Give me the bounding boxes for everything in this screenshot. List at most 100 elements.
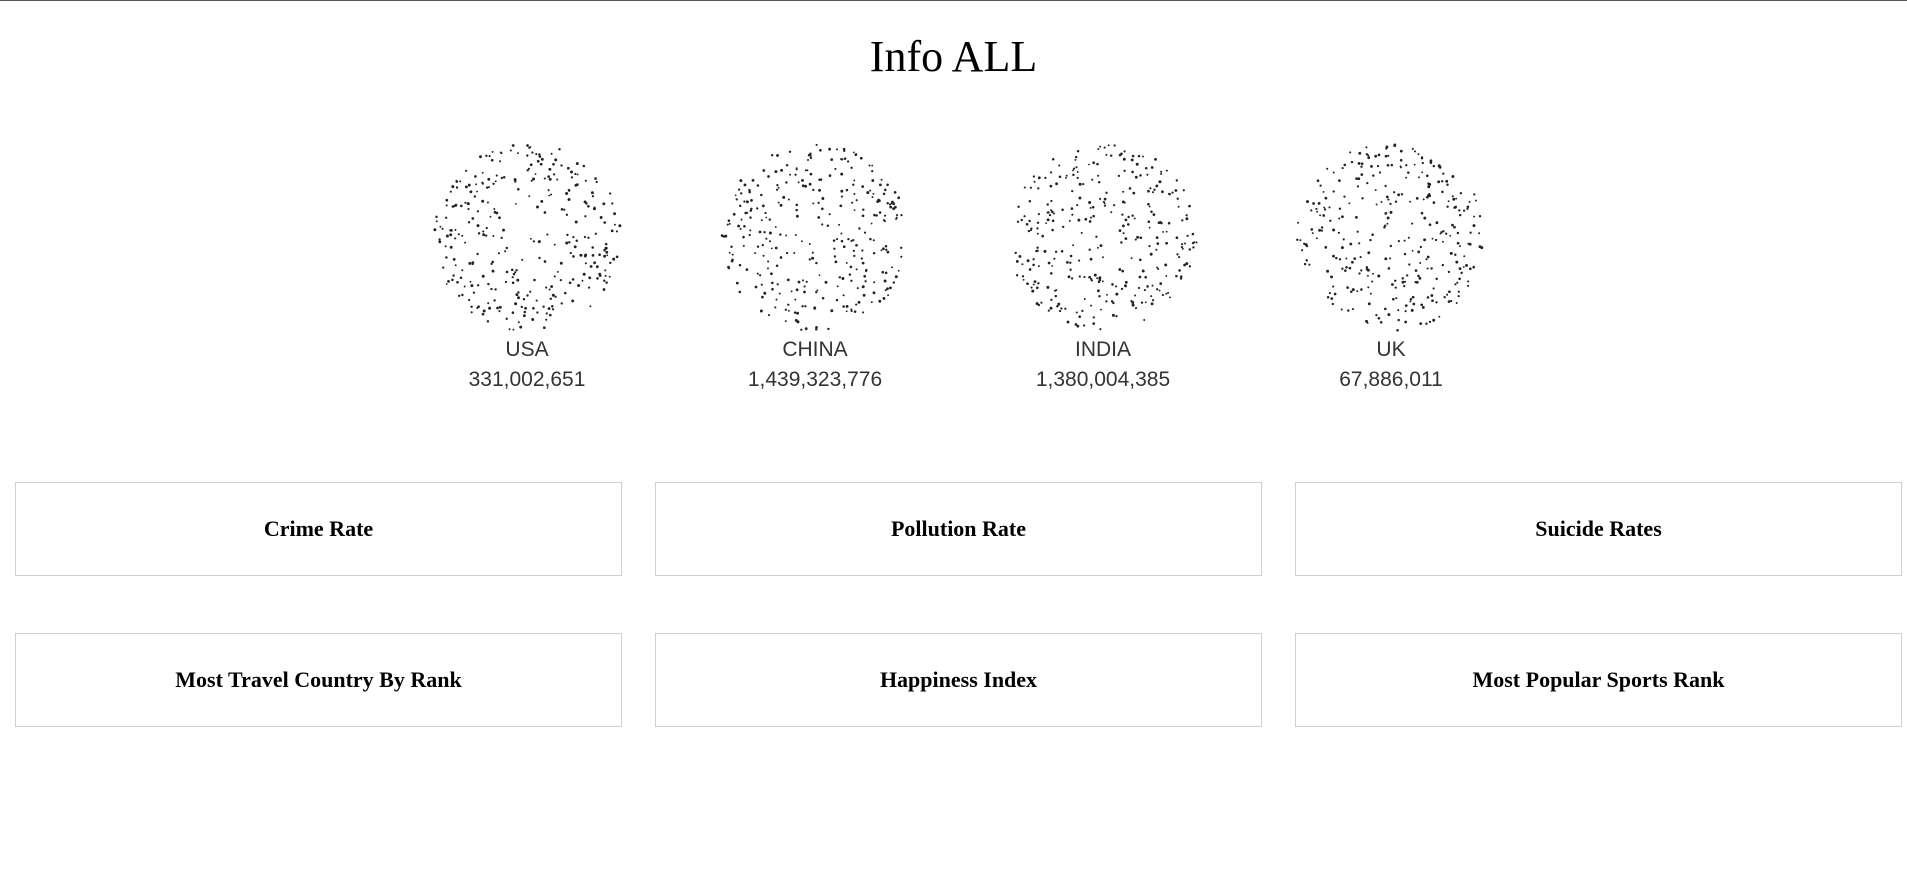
most-popular-sports-card[interactable]: Most Popular Sports Rank: [1295, 633, 1902, 727]
globe-dot: [841, 277, 845, 280]
globe-dot: [895, 218, 898, 220]
globe-dot: [442, 266, 445, 269]
globe-dot: [593, 261, 596, 265]
globe-dot: [1316, 179, 1320, 182]
happiness-index-card[interactable]: Happiness Index: [655, 633, 1262, 727]
globe-dot: [609, 261, 612, 265]
globe-dot: [743, 200, 746, 203]
country-india[interactable]: INDIA 1,380,004,385: [983, 139, 1223, 395]
globe-dot: [1162, 230, 1165, 233]
globe-dot: [1383, 226, 1386, 229]
globe-dot: [1459, 192, 1463, 195]
globe-dot: [547, 189, 550, 192]
globe-dot: [1074, 158, 1077, 161]
globe-dot: [790, 290, 793, 293]
globe-dot: [1121, 213, 1124, 216]
globe-dot: [821, 296, 825, 300]
globe-dot: [1328, 206, 1331, 209]
globe-dot: [1047, 261, 1051, 265]
globe-dot: [499, 306, 502, 309]
globe-dot: [1103, 197, 1107, 201]
globe-dot: [1446, 205, 1449, 208]
globe-dot: [571, 299, 575, 303]
globe-dot: [871, 179, 875, 182]
globe-dot: [488, 306, 492, 310]
globe-dot: [735, 281, 739, 285]
globe-dot: [458, 294, 461, 297]
globe-dot: [584, 262, 587, 265]
globe-dot: [784, 320, 787, 323]
globe-dot: [1090, 279, 1093, 282]
globe-dot: [1361, 197, 1364, 200]
globe-dot: [887, 294, 890, 297]
globe-dot: [493, 210, 497, 214]
globe-dot: [1406, 274, 1409, 277]
globe-dot: [1022, 278, 1025, 281]
globe-dot: [500, 176, 504, 180]
globe-dot: [519, 325, 523, 329]
globe-dot: [1451, 175, 1455, 178]
globe-dot: [485, 154, 488, 158]
globe-dot: [883, 279, 887, 283]
suicide-rates-card[interactable]: Suicide Rates: [1295, 482, 1902, 576]
globe-dot: [1078, 315, 1081, 318]
country-uk[interactable]: UK 67,886,011: [1271, 139, 1511, 395]
globe-dot: [1330, 275, 1333, 279]
globe-dot: [1135, 162, 1139, 166]
country-usa[interactable]: USA 331,002,651: [407, 139, 647, 395]
globe-dot: [1318, 228, 1322, 232]
globe-dot: [861, 214, 865, 218]
globe-dot: [1097, 147, 1100, 151]
globe-dot: [1449, 252, 1453, 255]
globe-dot: [1407, 171, 1410, 174]
globe-dot: [1058, 175, 1062, 179]
globe-dot: [1441, 263, 1444, 267]
globe-dot: [532, 177, 535, 181]
globe-dot: [560, 302, 563, 305]
globe-dot: [608, 275, 611, 278]
globe-dot: [853, 254, 856, 258]
globe-dot: [828, 147, 831, 151]
globe-dot: [842, 294, 845, 297]
country-china[interactable]: CHINA 1,439,323,776: [695, 139, 935, 395]
crime-rate-card[interactable]: Crime Rate: [15, 482, 622, 576]
globe-dot: [470, 305, 473, 309]
most-travel-country-card[interactable]: Most Travel Country By Rank: [15, 633, 622, 727]
globe-dot: [482, 309, 486, 313]
globe-dot: [575, 183, 579, 187]
globe-dot: [1403, 252, 1407, 256]
globe-dot: [1072, 167, 1076, 170]
globe-dot: [1387, 198, 1390, 201]
globe-dot: [731, 253, 734, 256]
globe-dot: [804, 305, 807, 308]
globe-dot: [779, 203, 783, 207]
globe-dot: [1420, 303, 1424, 307]
globe-dot: [836, 285, 839, 288]
globe-dot: [1051, 158, 1055, 161]
globe-dot: [1023, 186, 1026, 189]
globe-dot: [1447, 200, 1450, 203]
globe-dot: [770, 153, 774, 157]
globe-dot: [1028, 268, 1032, 271]
globe-dot: [481, 199, 485, 203]
globe-dot: [1078, 275, 1081, 278]
globe-dot: [1345, 266, 1348, 269]
globe-dot: [591, 195, 595, 198]
globe-dot: [738, 263, 742, 267]
pollution-rate-card[interactable]: Pollution Rate: [655, 482, 1262, 576]
globe-dot: [445, 283, 448, 285]
globe-dot: [872, 291, 876, 295]
globe-dot: [878, 299, 882, 303]
globe-dot: [720, 234, 724, 237]
globe-dot: [487, 302, 490, 305]
globe-dot: [780, 168, 784, 172]
globe-dot: [583, 200, 587, 204]
globe-dot: [1465, 263, 1468, 267]
globe-dot: [832, 239, 836, 242]
globe-dot: [459, 180, 462, 183]
globe-dot: [796, 311, 800, 315]
globe-dot: [505, 246, 509, 250]
globe-dot: [604, 246, 608, 250]
globe-dot: [593, 206, 596, 209]
globe-dot: [542, 326, 546, 330]
